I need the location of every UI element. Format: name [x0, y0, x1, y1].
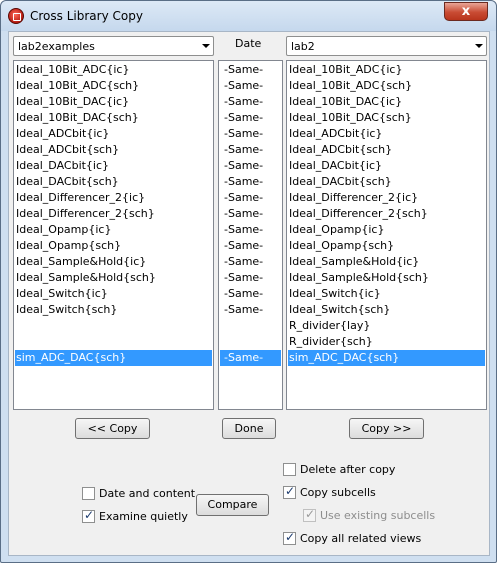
source-cell-row[interactable]: Ideal_ADCbit{ic} [15, 126, 212, 142]
cross-library-copy-window: Cross Library Copy x lab2examples Date l… [0, 0, 497, 563]
checkbox-box[interactable]: ✓ [283, 484, 296, 499]
checkmark-icon: ✓ [84, 508, 95, 522]
target-library-select[interactable]: lab2 [286, 36, 487, 56]
date-and-content-label: Date and content [99, 487, 196, 500]
target-cell-row[interactable]: Ideal_10Bit_DAC{ic} [288, 94, 485, 110]
examine-quietly-label: Examine quietly [99, 510, 188, 523]
checkmark-icon: ✓ [305, 507, 316, 521]
delete-after-copy-checkbox[interactable]: Delete after copy [283, 462, 396, 478]
date-compare-row[interactable]: -Same- [220, 286, 281, 302]
date-compare-row[interactable]: -Same- [220, 174, 281, 190]
target-cell-row[interactable]: Ideal_ADCbit{ic} [288, 126, 485, 142]
copy-left-button[interactable]: << Copy [75, 418, 150, 439]
date-compare-row[interactable]: -Same- [220, 94, 281, 110]
source-cell-row[interactable]: Ideal_10Bit_ADC{sch} [15, 78, 212, 94]
source-cell-row[interactable]: Ideal_Opamp{ic} [15, 222, 212, 238]
chevron-down-icon[interactable] [475, 44, 483, 48]
target-cells-list[interactable]: Ideal_10Bit_ADC{ic} Ideal_10Bit_ADC{sch} I… [286, 60, 487, 410]
source-cell-row[interactable]: Ideal_Sample&Hold{ic} [15, 254, 212, 270]
source-cell-row[interactable]: Ideal_ADCbit{sch} [15, 142, 212, 158]
date-compare-row[interactable]: -Same- [220, 238, 281, 254]
source-cell-row[interactable]: Ideal_Differencer_2{sch} [15, 206, 212, 222]
chevron-down-icon[interactable] [202, 44, 210, 48]
date-compare-row[interactable]: -Same- [220, 158, 281, 174]
source-cell-row[interactable]: Ideal_Sample&Hold{sch} [15, 270, 212, 286]
source-cell-row[interactable] [15, 318, 212, 334]
date-compare-row[interactable]: -Same- [220, 350, 281, 366]
examine-quietly-checkbox[interactable]: ✓ Examine quietly [82, 508, 192, 525]
target-cell-row[interactable]: Ideal_DACbit{sch} [288, 174, 485, 190]
date-compare-row[interactable]: -Same- [220, 62, 281, 78]
source-cell-row[interactable]: sim_ADC_DAC{sch} [15, 350, 212, 366]
source-cells-list[interactable]: Ideal_10Bit_ADC{ic} Ideal_10Bit_ADC{sch} I… [13, 60, 214, 410]
target-cell-row[interactable]: Ideal_10Bit_ADC{sch} [288, 78, 485, 94]
target-cell-row[interactable]: Ideal_Switch{sch} [288, 302, 485, 318]
checkbox-box[interactable] [82, 487, 95, 500]
date-compare-row[interactable]: -Same- [220, 254, 281, 270]
checkbox-box[interactable] [283, 463, 296, 476]
date-compare-row[interactable]: -Same- [220, 110, 281, 126]
target-cell-row[interactable]: Ideal_10Bit_ADC{ic} [288, 62, 485, 78]
target-cell-row[interactable]: R_divider{sch} [288, 334, 485, 350]
date-compare-row[interactable]: -Same- [220, 270, 281, 286]
source-cell-row[interactable] [15, 334, 212, 350]
date-and-content-checkbox[interactable]: Date and content [82, 486, 196, 502]
source-cell-row[interactable]: Ideal_Opamp{sch} [15, 238, 212, 254]
target-cell-row[interactable]: Ideal_ADCbit{sch} [288, 142, 485, 158]
target-cell-row[interactable]: Ideal_10Bit_DAC{sch} [288, 110, 485, 126]
window-title: Cross Library Copy [30, 9, 143, 23]
source-library-value: lab2examples [18, 40, 95, 53]
dialog-client-area: lab2examples Date lab2 Ideal_10Bit_ADC{i… [8, 31, 490, 556]
target-cell-row[interactable]: Ideal_Sample&Hold{ic} [288, 254, 485, 270]
done-button[interactable]: Done [222, 418, 276, 439]
date-compare-list[interactable]: -Same- -Same- -Same- -Same- -Same- -Same- -Sam… [218, 60, 283, 410]
copy-all-related-views-label: Copy all related views [300, 532, 422, 545]
copy-all-related-views-checkbox[interactable]: ✓ Copy all related views [283, 530, 421, 547]
date-compare-row[interactable]: -Same- [220, 206, 281, 222]
target-cell-row[interactable]: Ideal_DACbit{ic} [288, 158, 485, 174]
source-cell-row[interactable]: Ideal_DACbit{ic} [15, 158, 212, 174]
target-cell-row[interactable]: Ideal_Differencer_2{sch} [288, 206, 485, 222]
target-cell-row[interactable]: Ideal_Sample&Hold{sch} [288, 270, 485, 286]
checkmark-icon: ✓ [285, 484, 296, 498]
checkbox-box: ✓ [303, 507, 316, 522]
date-compare-row[interactable] [220, 318, 281, 334]
date-compare-row[interactable]: -Same- [220, 78, 281, 94]
checkmark-icon: ✓ [285, 530, 296, 544]
copy-subcells-checkbox[interactable]: ✓ Copy subcells [283, 484, 393, 501]
compare-button[interactable]: Compare [196, 494, 269, 516]
source-cell-row[interactable]: Ideal_Switch{ic} [15, 286, 212, 302]
source-cell-row[interactable]: Ideal_10Bit_ADC{ic} [15, 62, 212, 78]
target-cell-row[interactable]: Ideal_Switch{ic} [288, 286, 485, 302]
target-cell-row[interactable]: Ideal_Differencer_2{ic} [288, 190, 485, 206]
use-existing-subcells-checkbox: ✓ Use existing subcells [303, 507, 435, 524]
close-button[interactable]: x [444, 2, 488, 21]
source-cell-row[interactable]: Ideal_10Bit_DAC{sch} [15, 110, 212, 126]
use-existing-subcells-label: Use existing subcells [320, 509, 436, 522]
date-compare-row[interactable] [220, 334, 281, 350]
target-cell-row[interactable]: R_divider{lay} [288, 318, 485, 334]
source-cell-row[interactable]: Ideal_DACbit{sch} [15, 174, 212, 190]
copy-subcells-label: Copy subcells [300, 486, 376, 499]
app-icon [8, 8, 24, 24]
target-cell-row[interactable]: Ideal_Opamp{ic} [288, 222, 485, 238]
target-cell-row[interactable]: sim_ADC_DAC{sch} [288, 350, 485, 366]
date-compare-row[interactable]: -Same- [220, 190, 281, 206]
source-library-select[interactable]: lab2examples [13, 36, 214, 56]
date-column-header: Date [235, 37, 262, 50]
source-cell-row[interactable]: Ideal_10Bit_DAC{ic} [15, 94, 212, 110]
delete-after-copy-label: Delete after copy [300, 463, 396, 476]
source-cell-row[interactable]: Ideal_Switch{sch} [15, 302, 212, 318]
source-cell-row[interactable]: Ideal_Differencer_2{ic} [15, 190, 212, 206]
checkbox-box[interactable]: ✓ [82, 508, 95, 523]
target-library-value: lab2 [291, 40, 315, 53]
title-bar[interactable]: Cross Library Copy x [1, 1, 496, 31]
date-compare-row[interactable]: -Same- [220, 126, 281, 142]
copy-right-button[interactable]: Copy >> [349, 418, 424, 439]
date-compare-row[interactable]: -Same- [220, 302, 281, 318]
date-compare-row[interactable]: -Same- [220, 222, 281, 238]
checkbox-box[interactable]: ✓ [283, 530, 296, 545]
date-compare-row[interactable]: -Same- [220, 142, 281, 158]
target-cell-row[interactable]: Ideal_Opamp{sch} [288, 238, 485, 254]
